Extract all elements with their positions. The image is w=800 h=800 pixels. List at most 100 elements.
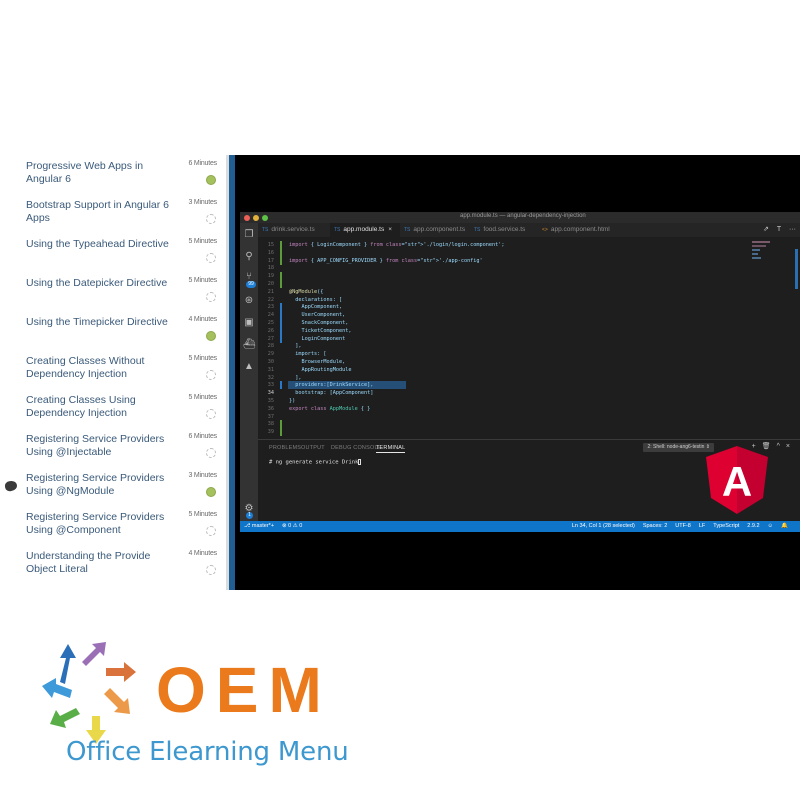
title-bar: app.module.ts — angular-dependency-injec… [240,212,800,223]
panel-tab[interactable]: DEBUG CONSOLE [331,445,382,451]
line-ending-status[interactable]: LF [699,523,705,529]
git-change-marker [280,272,282,281]
code-line[interactable]: 23 AppComponent, [258,303,800,312]
maximize-panel-icon[interactable]: ^ [777,443,786,450]
close-window-icon[interactable] [244,215,250,221]
editor-tab[interactable]: TS food.service.ts [470,223,540,237]
code-line[interactable]: 33 providers:[DrinkService], [258,381,800,390]
code-line[interactable]: 19 [258,272,800,281]
code-line[interactable]: 22 declarations: [ [258,296,800,304]
editor-tab[interactable]: TS app.component.ts [400,223,470,237]
lesson-item[interactable]: Progressive Web Apps in Angular 6 6 Minut… [0,160,228,199]
more-actions-icon[interactable]: ··· [789,226,796,233]
lesson-item[interactable]: Registering Service Providers Using @Com… [0,511,228,550]
lesson-item[interactable]: Creating Classes Using Dependency Inject… [0,394,228,433]
lesson-title: Using the Timepicker Directive [26,316,168,328]
lesson-item[interactable]: Using the Datepicker Directive 5 Minutes [0,277,228,316]
explorer-icon[interactable]: ❐ [243,229,255,241]
code-line[interactable]: 36 export class AppModule { } [258,405,800,413]
close-tab-icon[interactable]: × [388,226,392,233]
lesson-duration: 3 Minutes [188,199,217,206]
shell-select[interactable]: 2: Shell: node-ang6-testin ⇕ [643,443,714,452]
code-editor[interactable]: 15 import { LoginComponent } from class="… [258,237,800,439]
panel-tab[interactable]: OUTPUT [301,445,325,451]
status-bar: ⎇ master*+ ⊗ 0 ⚠ 0 Ln 34, Col 1 (28 selec… [240,521,800,532]
lesson-item[interactable]: Using the Timepicker Directive 4 Minutes [0,316,228,355]
code-line[interactable]: 38 [258,420,800,429]
line-number: 27 [267,335,274,342]
lesson-duration: 5 Minutes [188,394,217,401]
docker-icon[interactable]: ⛴ [243,339,256,351]
lesson-item[interactable]: Creating Classes Without Dependency Inje… [0,355,228,394]
indentation-status[interactable]: Spaces: 2 [643,523,667,529]
cursor-position-status[interactable]: Ln 34, Col 1 (28 selected) [572,523,635,529]
editor-tab[interactable]: TS app.module.ts × [330,223,400,237]
close-panel-icon[interactable]: × [786,443,796,450]
code-line[interactable]: 17 import { APP_CONFIG_PROVIDER } from cl… [258,256,800,265]
code-line[interactable]: 28 ], [258,342,800,350]
language-mode-status[interactable]: TypeScript [713,523,739,529]
problems-status[interactable]: ⊗ 0 ⚠ 0 [282,523,302,529]
toggle-preview-icon[interactable]: T [777,226,781,233]
code-line[interactable]: 15 import { LoginComponent } from class="… [258,241,800,249]
line-number: 36 [267,405,274,412]
editor-tab[interactable]: TS drink.service.ts [258,223,328,237]
list-scrollbar[interactable] [229,155,235,590]
lesson-duration: 5 Minutes [188,511,217,518]
code-line[interactable]: 20 [258,280,800,288]
lesson-item[interactable]: Understanding the Provide Object Literal… [0,550,228,589]
maximize-window-icon[interactable] [262,215,268,221]
code-line[interactable]: 30 BrowserModule, [258,358,800,366]
lesson-item[interactable]: Bootstrap Support in Angular 6 Apps 3 Min… [0,199,228,238]
code-line[interactable]: 32 ], [258,374,800,382]
code-line[interactable]: 37 [258,413,800,421]
code-line[interactable]: 16 [258,248,800,257]
line-number: 29 [267,351,274,358]
code-line[interactable]: 34 bootstrap: [AppComponent] [258,389,800,397]
lesson-item[interactable]: Using the Typeahead Directive 5 Minutes [0,238,228,277]
tab-label: app.component.html [550,226,610,233]
encoding-status[interactable]: UTF-8 [675,523,691,529]
panel-tab[interactable]: TERMINAL [376,445,406,453]
typescript-version-status[interactable]: 2.9.2 [747,523,759,529]
lesson-duration: 5 Minutes [188,277,217,284]
code-text: export class AppModule { } [289,405,371,412]
code-text: LoginComponent [289,335,346,342]
code-line[interactable]: 31 AppRoutingModule [258,366,800,374]
lesson-title: Using the Datepicker Directive [26,277,168,289]
editor-tabs: TS drink.service.ts TS app.module.ts × TS app.… [258,223,800,237]
code-line[interactable]: 26 TicketComponent, [258,326,800,335]
tab-label: app.component.ts [413,226,466,233]
git-change-marker [280,248,282,257]
debug-icon[interactable]: ⊛ [243,295,255,307]
code-line[interactable]: 39 [258,428,800,437]
editor-tab[interactable]: <> app.component.html [538,223,610,237]
git-change-marker [280,303,282,312]
code-line[interactable]: 18 [258,264,800,272]
notifications-icon[interactable]: 🔔 [781,523,788,529]
terminal-cursor [358,459,362,465]
angular-extension-icon[interactable]: ▲ [243,361,255,373]
panel-tab[interactable]: PROBLEMS [269,445,301,451]
code-text: providers:[DrinkService], [289,382,374,389]
code-text: import { APP_CONFIG_PROVIDER } from clas… [289,257,483,264]
code-text: AppComponent, [289,304,343,311]
terminal-line[interactable]: # ng generate service Drink [269,459,362,466]
search-icon[interactable]: ⚲ [243,251,255,263]
lesson-item[interactable]: Registering Service Providers Using @NgM… [0,472,228,511]
feedback-icon[interactable]: ☺ [768,523,774,529]
code-line[interactable]: 21 @NgModule({ [258,288,800,296]
code-text: imports: [ [289,351,327,358]
code-line[interactable]: 25 SnackComponent, [258,319,800,327]
code-line[interactable]: 29 imports: [ [258,350,800,358]
git-branch-status[interactable]: ⎇ master*+ [244,523,274,529]
code-line[interactable]: 35}) [258,397,800,405]
code-line[interactable]: 27 LoginComponent [258,334,800,343]
code-line[interactable]: 24 UserComponent, [258,311,800,320]
lesson-item[interactable]: Registering Service Providers Using @Inj… [0,433,228,472]
terminal-command: # ng generate service Drink [269,459,359,466]
minimize-window-icon[interactable] [253,215,259,221]
split-editor-icon[interactable]: ⇗ [763,226,769,233]
extensions-icon[interactable]: ▣ [243,317,255,329]
lesson-title: Registering Service Providers Using @Inj… [26,433,165,458]
